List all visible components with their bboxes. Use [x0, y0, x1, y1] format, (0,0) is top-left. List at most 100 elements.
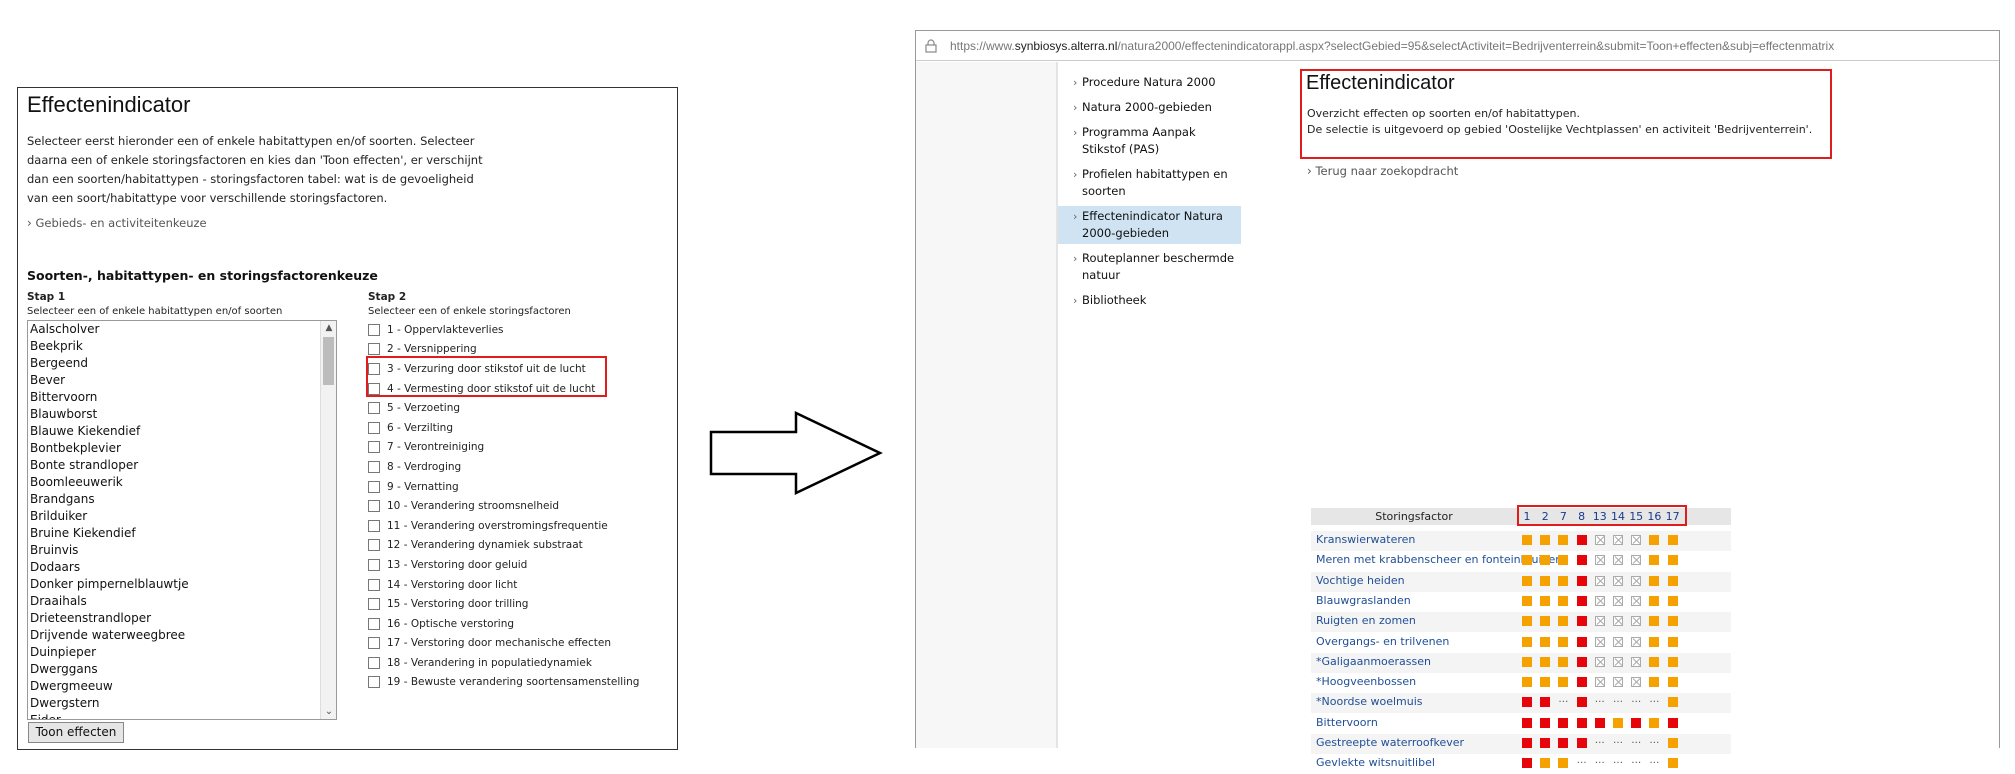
address-bar[interactable]: https://www.synbiosys.alterra.nl/natura2… — [916, 31, 1999, 61]
factor-checkbox[interactable] — [368, 500, 380, 513]
species-option[interactable]: Draaihals — [30, 593, 318, 610]
species-option[interactable]: Dodaars — [30, 559, 318, 576]
species-option[interactable]: Dwerggans — [30, 661, 318, 678]
species-option[interactable]: Bruinvis — [30, 542, 318, 559]
matrix-cell — [1594, 575, 1605, 586]
factor-option[interactable]: 8 - Verdroging — [368, 457, 668, 477]
species-option[interactable]: Bruine Kiekendief — [30, 525, 318, 542]
row-name-link[interactable]: Ruigten en zomen — [1316, 614, 1416, 627]
species-option[interactable]: Bontbekplevier — [30, 440, 318, 457]
factor-checkbox[interactable] — [368, 441, 380, 454]
factor-option[interactable]: 9 - Vernatting — [368, 477, 668, 497]
factor-checkbox[interactable] — [368, 598, 380, 611]
factor-option[interactable]: 17 - Verstoring door mechanische effecte… — [368, 634, 668, 654]
chevron-down-icon[interactable]: ⌄ — [321, 705, 336, 719]
factor-option[interactable]: 15 - Verstoring door trilling — [368, 594, 668, 614]
factor-checkbox[interactable] — [368, 323, 380, 336]
species-option[interactable]: Bever — [30, 372, 318, 389]
factor-highlight-box — [366, 356, 607, 397]
species-option[interactable]: Drijvende waterweegbree — [30, 627, 318, 644]
matrix-cell — [1613, 636, 1623, 647]
matrix-cell — [1594, 677, 1605, 688]
nav-item[interactable]: › Programma Aanpak Stikstof (PAS) — [1058, 122, 1241, 160]
matrix-cell — [1540, 595, 1551, 606]
row-name-link[interactable]: Gevlekte witsnuitlibel — [1316, 756, 1435, 769]
species-option[interactable]: Bittervoorn — [30, 389, 318, 406]
factor-checkbox[interactable] — [368, 343, 380, 356]
species-option[interactable]: Brilduiker — [30, 508, 318, 525]
species-option[interactable]: Donker pimpernelblauwtje — [30, 576, 318, 593]
matrix-cell: … — [1649, 694, 1660, 706]
factor-option[interactable]: 1 - Oppervlakteverlies — [368, 320, 668, 340]
url-text[interactable]: https://www.synbiosys.alterra.nl/natura2… — [950, 39, 1834, 53]
factor-checkbox[interactable] — [368, 656, 380, 669]
factor-option[interactable]: 11 - Verandering overstromingsfrequentie — [368, 516, 668, 536]
species-option[interactable]: Duinpieper — [30, 644, 318, 661]
species-option[interactable]: Bergeend — [30, 355, 318, 372]
factor-checkbox[interactable] — [368, 558, 380, 571]
factor-checkbox[interactable] — [368, 402, 380, 415]
species-option[interactable]: Bonte strandloper — [30, 457, 318, 474]
row-name-link[interactable]: Overgangs- en trilvenen — [1316, 635, 1449, 648]
factor-option[interactable]: 5 - Verzoeting — [368, 398, 668, 418]
toon-effecten-button[interactable]: Toon effecten — [28, 722, 124, 743]
species-option[interactable]: Beekprik — [30, 338, 318, 355]
species-option[interactable]: Blauwborst — [30, 406, 318, 423]
factor-label: 12 - Verandering dynamiek substraat — [387, 539, 583, 552]
nav-item[interactable]: › Bibliotheek — [1058, 290, 1241, 311]
factor-option[interactable]: 14 - Verstoring door licht — [368, 575, 668, 595]
row-name-link[interactable]: Vochtige heiden — [1316, 574, 1405, 587]
factor-option[interactable]: 16 - Optische verstoring — [368, 614, 668, 634]
nav-item[interactable]: › Natura 2000-gebieden — [1058, 97, 1241, 118]
factor-option[interactable]: 7 - Verontreiniging — [368, 438, 668, 458]
factor-option[interactable]: 6 - Verzilting — [368, 418, 668, 438]
row-name-link[interactable]: *Hoogveenbossen — [1316, 675, 1416, 688]
species-option[interactable]: Boomleeuwerik — [30, 474, 318, 491]
factor-option[interactable]: 13 - Verstoring door geluid — [368, 555, 668, 575]
row-name-link[interactable]: Gestreepte waterroofkever — [1316, 736, 1464, 749]
gebied-activiteiten-link[interactable]: › Gebieds- en activiteitenkeuze — [27, 216, 207, 230]
species-option[interactable]: Blauwe Kiekendief — [30, 423, 318, 440]
matrix-cell: … — [1576, 755, 1587, 767]
factor-checkbox[interactable] — [368, 637, 380, 650]
matrix-cell — [1540, 758, 1551, 769]
species-option[interactable]: Brandgans — [30, 491, 318, 508]
scroll-thumb[interactable] — [323, 337, 334, 385]
species-listbox[interactable]: Aalscholver Beekprik Bergeend Bever Bittervo… — [27, 320, 337, 720]
factor-option[interactable]: 19 - Bewuste verandering soortensamenste… — [368, 673, 668, 693]
factor-checkbox[interactable] — [368, 617, 380, 630]
stap2-subtitle: Selecteer een of enkele storingsfactoren — [368, 306, 571, 317]
nav-item[interactable]: › Procedure Natura 2000 — [1058, 72, 1241, 93]
listbox-scrollbar[interactable]: ▲ ⌄ — [320, 321, 336, 719]
matrix-cell — [1631, 595, 1642, 606]
factor-checkbox[interactable] — [368, 519, 380, 532]
factor-checkbox[interactable] — [368, 421, 380, 434]
matrix-cell — [1667, 595, 1678, 606]
nav-item[interactable]: › Routeplanner beschermde natuur — [1058, 248, 1241, 286]
factor-label: 15 - Verstoring door trilling — [387, 598, 529, 611]
factor-option[interactable]: 10 - Verandering stroomsnelheid — [368, 496, 668, 516]
row-name-link[interactable]: *Galigaanmoerassen — [1316, 655, 1431, 668]
matrix-cell: … — [1649, 735, 1660, 746]
factor-checkbox[interactable] — [368, 676, 380, 689]
nav-item[interactable]: › Profielen habitattypen en soorten — [1058, 164, 1241, 202]
row-name-link[interactable]: Bittervoorn — [1316, 716, 1378, 729]
species-option[interactable]: Dwergmeeuw — [30, 678, 318, 695]
row-name-link[interactable]: *Noordse woelmuis — [1316, 695, 1423, 708]
species-option[interactable]: Dwergstern — [30, 695, 318, 712]
species-option[interactable]: Eider — [30, 712, 318, 719]
matrix-cell — [1667, 616, 1678, 627]
nav-item[interactable]: › Effectenindicator Natura 2000-gebieden — [1058, 206, 1241, 244]
scroll-up-icon[interactable]: ▲ — [321, 321, 336, 335]
factor-checkbox[interactable] — [368, 480, 380, 493]
row-name-link[interactable]: Kranswierwateren — [1316, 533, 1415, 546]
factor-option[interactable]: 18 - Verandering in populatiedynamiek — [368, 653, 668, 673]
species-option[interactable]: Aalscholver — [30, 321, 318, 338]
factor-checkbox[interactable] — [368, 539, 380, 552]
factor-option[interactable]: 12 - Verandering dynamiek substraat — [368, 536, 668, 556]
species-option[interactable]: Drieteenstrandloper — [30, 610, 318, 627]
factor-checkbox[interactable] — [368, 460, 380, 473]
row-name-link[interactable]: Blauwgraslanden — [1316, 594, 1411, 607]
terug-link[interactable]: › Terug naar zoekopdracht — [1307, 164, 1458, 178]
factor-checkbox[interactable] — [368, 578, 380, 591]
